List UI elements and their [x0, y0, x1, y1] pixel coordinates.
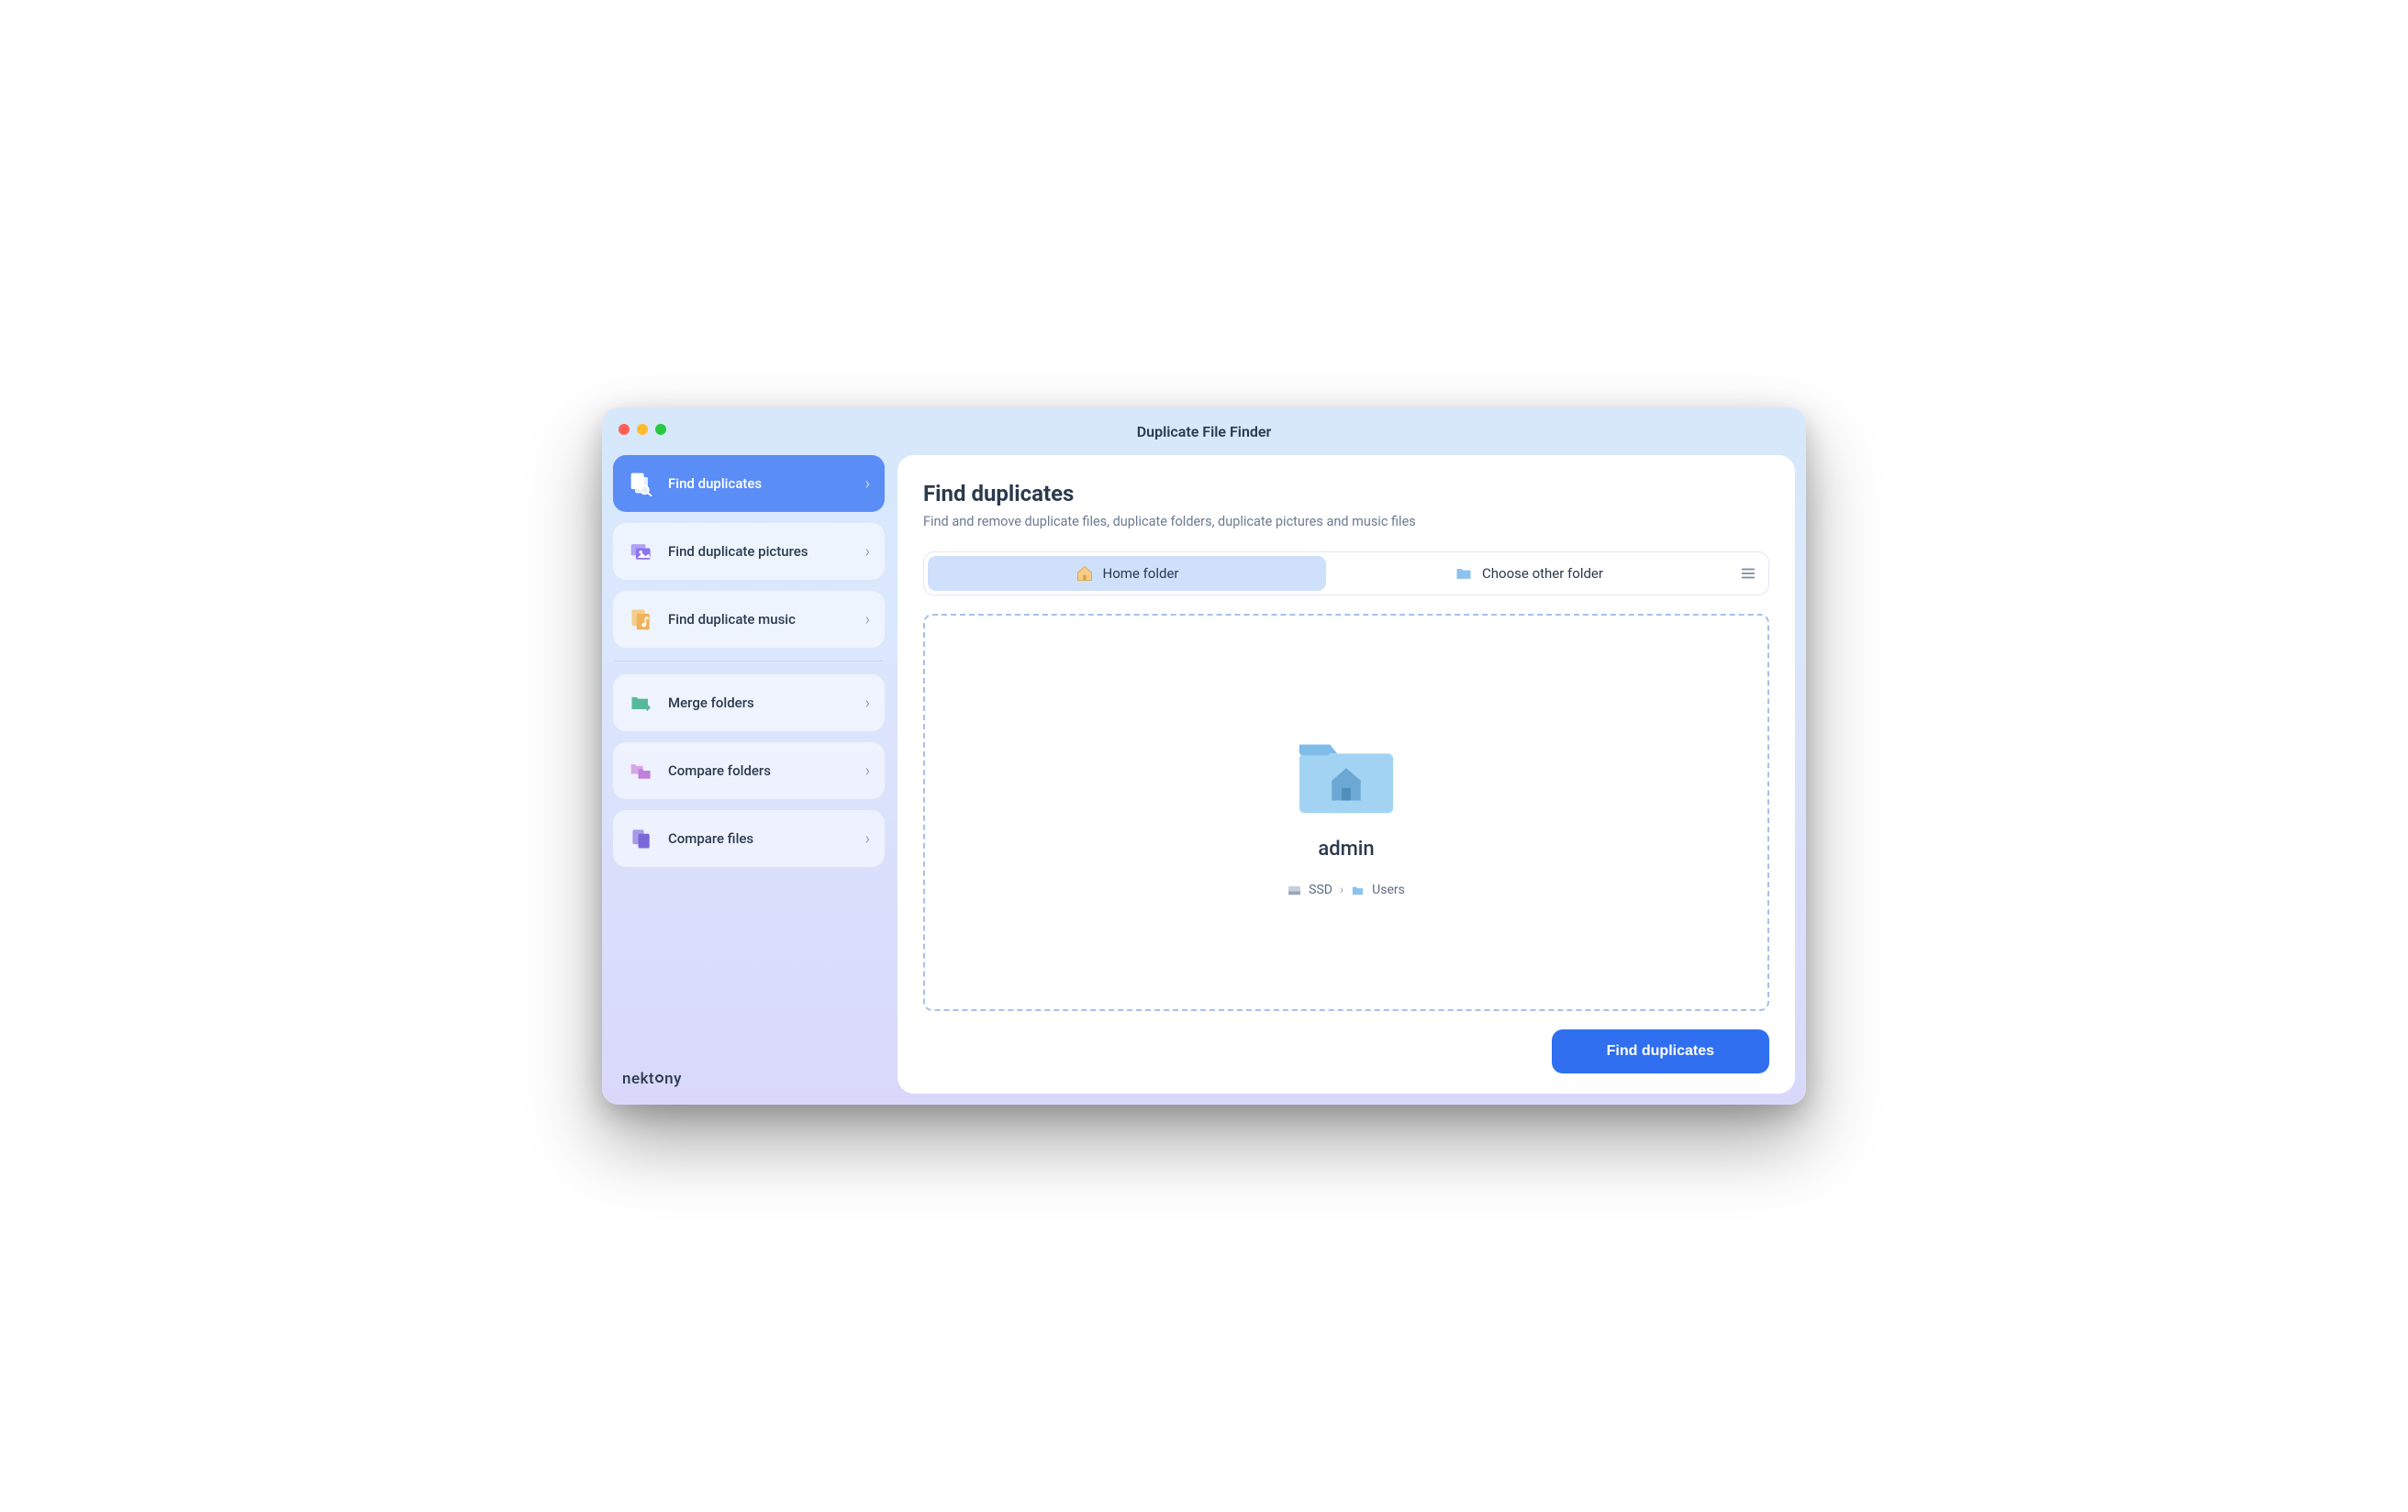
sidebar-item-merge-folders[interactable]: Merge folders ›	[613, 674, 885, 731]
sidebar-group-find: Find duplicates › Find duplicate picture…	[613, 455, 885, 648]
selected-folder-path: SSD › Users	[1288, 883, 1405, 897]
find-duplicates-icon	[628, 470, 655, 497]
close-window-button[interactable]	[619, 424, 630, 435]
sidebar-item-find-duplicates[interactable]: Find duplicates ›	[613, 455, 885, 512]
sidebar-item-label: Compare folders	[668, 762, 853, 779]
tab-home-folder[interactable]: Home folder	[928, 556, 1326, 591]
tab-choose-other-folder[interactable]: Choose other folder	[1330, 556, 1728, 591]
app-body: Find duplicates › Find duplicate picture…	[602, 455, 1806, 1105]
sidebar-group-tools: Merge folders › Compare folders ›	[613, 674, 885, 867]
tab-label: Home folder	[1103, 565, 1179, 582]
fullscreen-window-button[interactable]	[655, 424, 666, 435]
path-drive: SSD	[1309, 883, 1332, 897]
page-subtitle: Find and remove duplicate files, duplica…	[923, 514, 1769, 529]
sidebar-item-label: Find duplicates	[668, 475, 853, 492]
page-heading: Find duplicates	[923, 481, 1769, 506]
path-parent: Users	[1372, 883, 1405, 897]
window-title: Duplicate File Finder	[602, 423, 1806, 440]
sidebar-item-label: Find duplicate music	[668, 611, 853, 628]
find-duplicates-button[interactable]: Find duplicates	[1552, 1029, 1769, 1073]
sidebar-item-label: Merge folders	[668, 695, 853, 711]
music-icon	[628, 606, 655, 633]
selected-folder-icon	[1292, 728, 1400, 819]
list-icon	[1740, 565, 1756, 582]
folder-list-options-button[interactable]	[1732, 565, 1765, 582]
app-window: Duplicate File Finder Find duplicates ›	[602, 407, 1806, 1105]
compare-files-icon	[628, 825, 655, 852]
brand-logo: nektny	[622, 1070, 682, 1088]
tab-label: Choose other folder	[1482, 565, 1603, 582]
sidebar-divider	[615, 661, 883, 662]
folder-small-icon	[1351, 884, 1365, 897]
folder-icon	[1455, 564, 1473, 583]
chevron-right-icon: ›	[865, 694, 870, 713]
main-panel: Find duplicates Find and remove duplicat…	[897, 455, 1795, 1094]
sidebar-item-compare-folders[interactable]: Compare folders ›	[613, 742, 885, 799]
window-controls	[619, 424, 666, 435]
chevron-right-icon: ›	[865, 762, 870, 781]
titlebar: Duplicate File Finder	[602, 407, 1806, 455]
sidebar-item-label: Find duplicate pictures	[668, 543, 853, 560]
chevron-right-icon: ›	[865, 610, 870, 629]
minimize-window-button[interactable]	[637, 424, 648, 435]
drive-icon	[1288, 884, 1301, 897]
sidebar-item-compare-files[interactable]: Compare files ›	[613, 810, 885, 867]
path-separator: ›	[1340, 883, 1343, 897]
chevron-right-icon: ›	[865, 474, 870, 494]
pictures-icon	[628, 538, 655, 565]
main-footer: Find duplicates	[923, 1029, 1769, 1073]
sidebar: Find duplicates › Find duplicate picture…	[613, 455, 885, 1094]
compare-folders-icon	[628, 757, 655, 784]
folder-source-tabs: Home folder Choose other folder	[923, 551, 1769, 595]
sidebar-item-label: Compare files	[668, 830, 853, 847]
chevron-right-icon: ›	[865, 829, 870, 849]
sidebar-item-find-duplicate-music[interactable]: Find duplicate music ›	[613, 591, 885, 648]
folder-dropzone[interactable]: admin SSD › Users	[923, 614, 1769, 1011]
chevron-right-icon: ›	[865, 542, 870, 561]
merge-folders-icon	[628, 689, 655, 717]
home-icon	[1076, 564, 1094, 583]
sidebar-item-find-duplicate-pictures[interactable]: Find duplicate pictures ›	[613, 523, 885, 580]
selected-folder-name: admin	[1318, 838, 1374, 861]
